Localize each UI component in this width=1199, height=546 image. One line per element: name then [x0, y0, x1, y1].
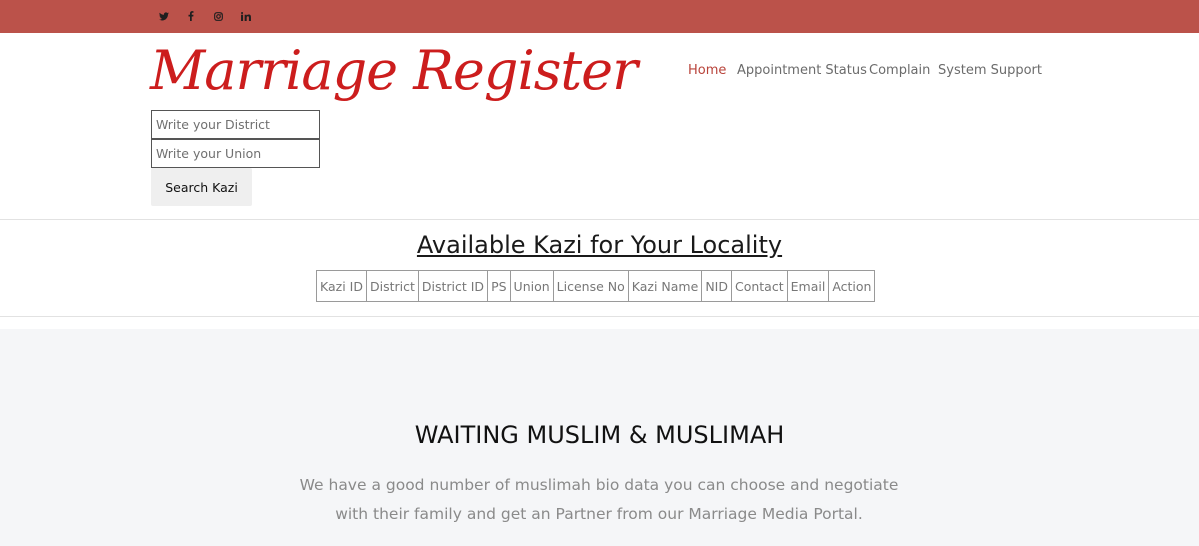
nav-home[interactable]: Home: [688, 63, 726, 81]
column-header: NID: [701, 270, 732, 302]
site-header: Marriage Register Home Appointment Statu…: [0, 33, 1199, 220]
column-header: Action: [828, 270, 876, 302]
column-header: Kazi ID: [316, 270, 367, 302]
union-input[interactable]: [151, 139, 320, 168]
search-kazi-button[interactable]: Search Kazi: [151, 168, 252, 206]
column-header: License No: [552, 270, 629, 302]
column-header: Union: [509, 270, 554, 302]
facebook-icon[interactable]: [184, 9, 198, 23]
top-bar: [0, 0, 1199, 33]
waiting-section-title: WAITING MUSLIM & MUSLIMAH: [414, 421, 785, 449]
column-header: Contact: [730, 270, 788, 302]
column-header: District: [365, 270, 419, 302]
kazi-table: Kazi ID District District ID PS Union Li…: [316, 270, 876, 302]
waiting-section: WAITING MUSLIM & MUSLIMAH We have a good…: [0, 329, 1199, 546]
nav-system-support[interactable]: System Support: [938, 63, 1042, 81]
kazi-table-header-row: Kazi ID District District ID PS Union Li…: [316, 270, 876, 302]
nav-complain[interactable]: Complain: [869, 63, 930, 81]
site-logo[interactable]: Marriage Register: [150, 35, 638, 107]
column-header: Email: [786, 270, 830, 302]
column-header: Kazi Name: [627, 270, 703, 302]
twitter-icon[interactable]: [157, 9, 171, 23]
description-line: We have a good number of muslimah bio da…: [299, 476, 899, 494]
nav-appointment-status[interactable]: Appointment Status: [737, 63, 867, 81]
kazi-section-title: Available Kazi for Your Locality: [416, 231, 783, 259]
column-header: District ID: [417, 270, 489, 302]
description-line: with their family and get an Partner fro…: [335, 505, 863, 523]
waiting-section-description: We have a good number of muslimah bio da…: [299, 471, 899, 529]
district-input[interactable]: [151, 110, 320, 139]
linkedin-icon[interactable]: [239, 9, 253, 23]
column-header: PS: [487, 270, 511, 302]
instagram-icon[interactable]: [211, 9, 225, 23]
kazi-section: Available Kazi for Your Locality Kazi ID…: [0, 220, 1199, 317]
